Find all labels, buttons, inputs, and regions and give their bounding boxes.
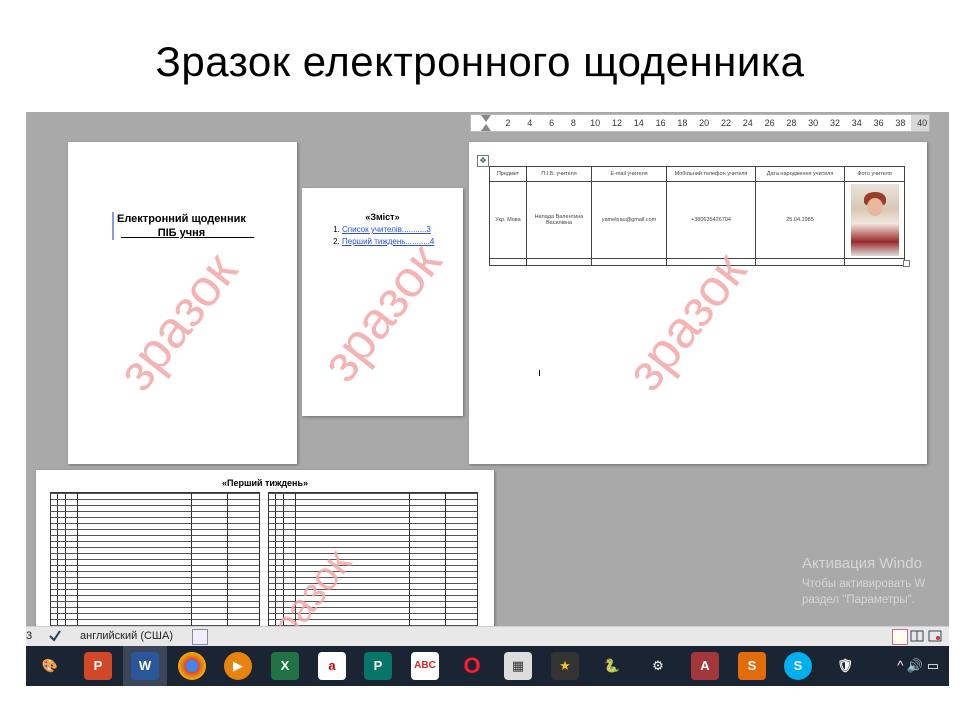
ruler-tick: 14 <box>633 118 644 128</box>
ruler-tick: 10 <box>590 118 601 128</box>
watermark: зразок <box>616 242 758 402</box>
text-cursor <box>539 370 540 376</box>
header-cell: Мобільний телефон учителя <box>666 166 756 182</box>
translate-icon[interactable]: a <box>318 652 346 680</box>
abc-icon[interactable]: ABC <box>411 652 439 680</box>
contents-title: «Зміст» <box>365 212 400 222</box>
header-cell: Предмет <box>489 166 527 182</box>
ruler-tick: 8 <box>570 118 576 128</box>
cell-photo[interactable] <box>844 181 905 259</box>
cover-title-line2: ______ПІБ учня________ <box>121 227 255 239</box>
indent-marker-top[interactable] <box>481 115 491 122</box>
activation-title: Активация Windo <box>802 555 922 572</box>
teacher-photo <box>850 184 899 256</box>
macro-icon[interactable] <box>192 629 208 645</box>
ruler-tick: 18 <box>677 118 688 128</box>
cell-subject[interactable]: Укр. Мова <box>489 181 527 259</box>
skype-icon[interactable]: S <box>784 652 812 680</box>
cover-title: Електронний щоденник ______ПІБ учня_____… <box>112 212 254 240</box>
ruler-tick: 16 <box>655 118 666 128</box>
header-cell: П.І.Б. учителя <box>526 166 592 182</box>
system-tray[interactable]: ^ 🔊 ▭ <box>897 658 939 674</box>
ruler-tick: 2 <box>505 118 511 128</box>
movie-maker-icon[interactable]: ★ <box>551 652 579 680</box>
cover-title-line1: Електронний щоденник <box>117 213 246 225</box>
ruler-tick: 12 <box>611 118 623 128</box>
ruler-tick: 34 <box>851 118 862 128</box>
page-first-week[interactable]: «Перший тиждень» зразок <box>36 470 494 626</box>
ruler-tick: 6 <box>549 118 555 128</box>
ruler-tick: 30 <box>808 118 819 128</box>
smart-icon[interactable]: S <box>738 652 766 680</box>
ruler-tick: 20 <box>699 118 710 128</box>
activation-line1: Чтобы активировать W <box>802 578 926 590</box>
header-cell: E-mail учителя <box>591 166 667 182</box>
status-bar: 3 английский (США) <box>26 626 949 647</box>
opera-icon[interactable]: O <box>458 652 486 680</box>
chrome-icon[interactable] <box>178 652 206 680</box>
page-teachers[interactable]: ✥ Предмет П.І.Б. учителя E-mail учителя … <box>469 142 927 464</box>
powerpoint-icon[interactable]: P <box>84 652 112 680</box>
page-contents[interactable]: «Зміст» Список учителів...........3 Перш… <box>302 188 463 416</box>
horizontal-ruler[interactable]: 2 4 6 8 10 12 14 16 18 20 22 24 26 28 30 32 34 36 38 40 <box>470 114 930 132</box>
table-header-row: Предмет П.І.Б. учителя E-mail учителя Мо… <box>489 166 905 182</box>
activation-line2: раздел "Параметры". <box>802 594 915 606</box>
reading-mode-icon[interactable] <box>910 629 924 643</box>
taskbar: 🎨 P W ▶ X a P ABC O ▦ ★ 🐍 ⚙ A S S 🛡 ^ 🔊 … <box>26 646 949 686</box>
page-cover[interactable]: Електронний щоденник ______ПІБ учня_____… <box>68 142 297 464</box>
first-week-title: «Перший тиждень» <box>221 478 309 488</box>
ruler-tick: 24 <box>742 118 753 128</box>
publisher-icon[interactable]: P <box>364 652 392 680</box>
watermark: зразок <box>107 242 249 402</box>
settings-icon[interactable]: ⚙ <box>644 652 672 680</box>
print-layout-icon[interactable] <box>892 629 908 645</box>
ruler-tick: 40 <box>917 118 928 128</box>
ruler-tick: 22 <box>720 118 732 128</box>
ruler-tick: 28 <box>786 118 797 128</box>
watermark: зразок <box>311 233 453 393</box>
week-grid-left <box>50 492 260 626</box>
spellcheck-icon[interactable] <box>48 629 62 643</box>
shield-icon[interactable]: 🛡 <box>831 652 859 680</box>
word-workspace[interactable]: 2 4 6 8 10 12 14 16 18 20 22 24 26 28 30 32 34 36 38 40 Еле… <box>26 112 949 626</box>
page-indicator[interactable]: 3 <box>26 630 32 642</box>
windows-activation-notice: Активация Windo Чтобы активировать W раз… <box>802 555 925 608</box>
python-icon[interactable]: 🐍 <box>598 652 626 680</box>
table-move-icon[interactable]: ✥ <box>477 155 489 167</box>
slide-title: Зразок електронного щоденника <box>155 38 805 85</box>
indent-marker-bottom[interactable] <box>481 124 491 131</box>
ruler-tick: 38 <box>895 118 906 128</box>
excel-icon[interactable]: X <box>271 652 299 680</box>
header-cell: Дата народження учителя <box>755 166 845 182</box>
ruler-tick: 32 <box>829 118 841 128</box>
access-icon[interactable]: A <box>691 652 719 680</box>
cell-email[interactable]: yamelnau@gmail.com <box>591 181 667 259</box>
cell-teacher-name[interactable]: Нелада Валентина Василівна <box>526 181 592 259</box>
header-cell: Фото учителя <box>844 166 905 182</box>
ruler-tick: 26 <box>764 118 775 128</box>
language-indicator[interactable]: английский (США) <box>80 630 173 642</box>
teachers-table: Предмет П.І.Б. учителя E-mail учителя Мо… <box>489 166 905 266</box>
table-row: Укр. Мова Нелада Валентина Василівна yam… <box>489 181 905 259</box>
cell-birthdate[interactable]: 25.04.1985 <box>755 181 845 259</box>
calculator-icon[interactable]: ▦ <box>504 652 532 680</box>
ruler-tick: 4 <box>527 118 533 128</box>
table-resize-handle[interactable] <box>903 260 910 267</box>
web-layout-icon[interactable] <box>928 629 942 643</box>
ruler-tick: 36 <box>873 118 884 128</box>
media-player-icon[interactable]: ▶ <box>224 652 252 680</box>
toc-link-teachers[interactable]: Список учителів...........3 <box>342 224 434 236</box>
word-icon[interactable]: W <box>131 652 159 680</box>
paint-icon[interactable]: 🎨 <box>36 652 64 680</box>
